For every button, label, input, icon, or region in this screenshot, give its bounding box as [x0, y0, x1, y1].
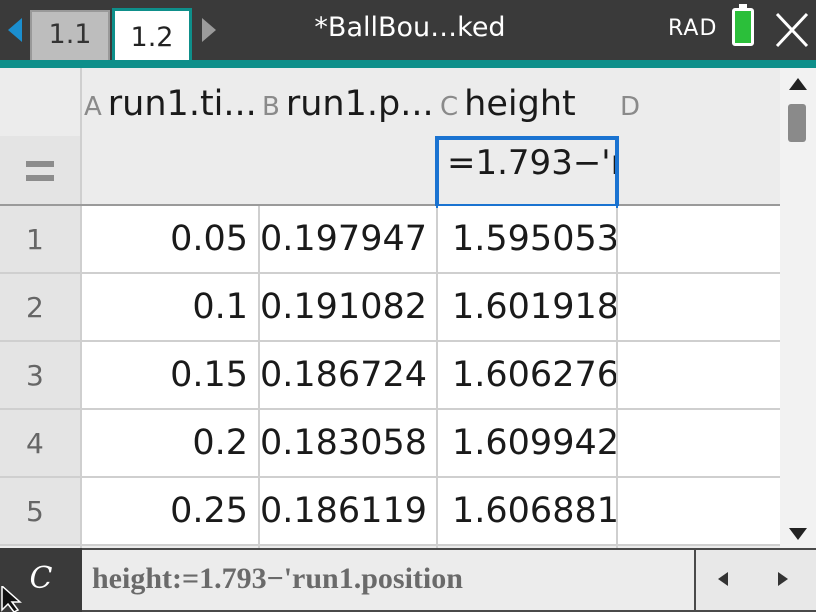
cell-a5[interactable]: 0.25	[82, 478, 258, 544]
row-label-2[interactable]: 2	[0, 274, 80, 342]
column-name-c: height	[464, 84, 576, 124]
formula-cell-c[interactable]: =1.793−'ru	[435, 136, 619, 208]
column-header-c[interactable]: Cheight	[440, 68, 615, 136]
cell-b4[interactable]: 0.183058	[260, 410, 436, 476]
entry-line-input[interactable]: height:=1.793−'run1.position	[82, 550, 694, 610]
row-label-5[interactable]: 5	[0, 478, 80, 546]
previous-page-arrow-icon[interactable]	[8, 18, 22, 42]
lists-and-spreadsheet: Arun1.ti... Brun1.p... Cheight D =1.793−…	[0, 68, 780, 548]
column-name-a: run1.ti...	[107, 84, 256, 124]
cell-d5[interactable]	[618, 478, 780, 544]
cell-d3[interactable]	[618, 342, 780, 408]
cell-c5[interactable]: 1.606881	[438, 478, 616, 544]
cell-c3[interactable]: 1.606276	[438, 342, 616, 408]
column-letter-a: A	[84, 92, 102, 122]
cell-c2[interactable]: 1.601918	[438, 274, 616, 340]
row-label-1[interactable]: 1	[0, 206, 80, 274]
cell-b3[interactable]: 0.186724	[260, 342, 436, 408]
cell-d4[interactable]	[618, 410, 780, 476]
equals-icon	[26, 161, 54, 183]
cell-b1[interactable]: 0.197947	[260, 206, 436, 272]
column-header-a[interactable]: Arun1.ti...	[84, 68, 256, 136]
cell-b2[interactable]: 0.191082	[260, 274, 436, 340]
next-page-arrow-icon[interactable]	[202, 18, 216, 42]
cell-c4[interactable]: 1.609942	[438, 410, 616, 476]
active-page-underline	[0, 60, 816, 68]
cell-d2[interactable]	[618, 274, 780, 340]
scroll-thumb[interactable]	[788, 104, 806, 142]
ti-nspire-screen: 1.1 1.2 *BallBou…ked RAD Arun1.ti... Bru…	[0, 0, 816, 612]
tab-page-1-2[interactable]: 1.2	[112, 8, 192, 68]
cell-b5[interactable]: 0.186119	[260, 478, 436, 544]
nav-right-arrow-icon[interactable]	[778, 572, 788, 586]
cell-d1[interactable]	[618, 206, 780, 272]
battery-icon	[732, 8, 754, 46]
column-header-b[interactable]: Brun1.p...	[262, 68, 434, 136]
nav-left-arrow-icon[interactable]	[718, 572, 728, 586]
formula-row[interactable]	[82, 136, 780, 204]
column-letter-d: D	[620, 92, 641, 122]
cell-a4[interactable]: 0.2	[82, 410, 258, 476]
angle-mode-indicator: RAD	[668, 16, 718, 41]
cell-a1[interactable]: 0.05	[82, 206, 258, 272]
cell-a2[interactable]: 0.1	[82, 274, 258, 340]
column-name-b: run1.p...	[285, 84, 434, 124]
column-header-d[interactable]: D	[620, 68, 680, 136]
close-icon[interactable]	[774, 10, 810, 50]
scroll-down-arrow-icon[interactable]	[789, 528, 807, 540]
cell-a3[interactable]: 0.15	[82, 342, 258, 408]
scroll-up-arrow-icon[interactable]	[789, 78, 807, 90]
document-title: *BallBou…ked	[314, 12, 506, 43]
cell-c1[interactable]: 1.595053	[438, 206, 616, 272]
row-label-4[interactable]: 4	[0, 410, 80, 478]
column-letter-c: C	[440, 92, 459, 122]
mouse-pointer-icon	[1, 586, 22, 612]
tab-page-1-1[interactable]: 1.1	[30, 10, 110, 60]
entry-line-nav	[696, 550, 816, 610]
column-letter-b: B	[262, 92, 280, 122]
row-label-3[interactable]: 3	[0, 342, 80, 410]
